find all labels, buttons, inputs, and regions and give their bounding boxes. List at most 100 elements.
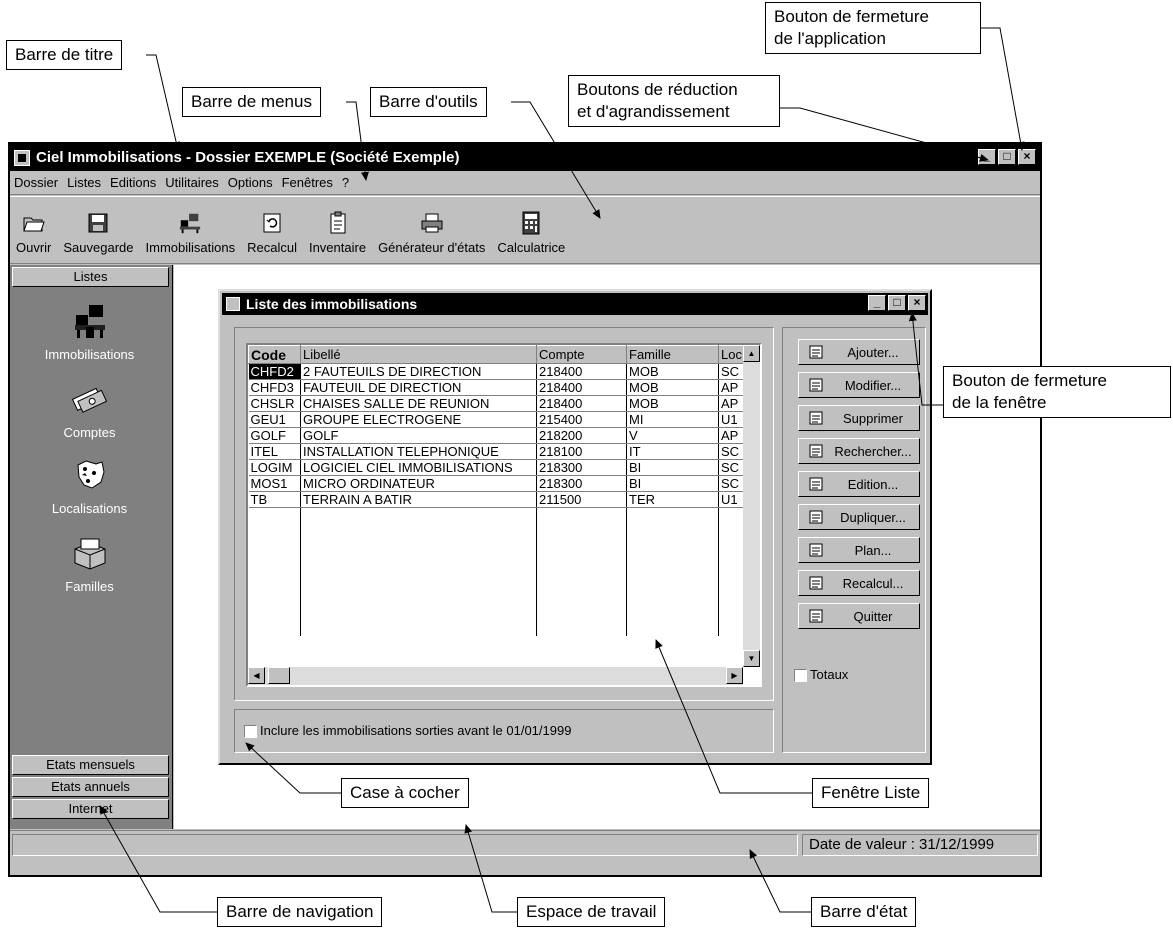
- nav-item-localisations[interactable]: Localisations: [10, 455, 169, 516]
- menu-help[interactable]: ?: [342, 175, 349, 190]
- table-cell: [626, 571, 719, 588]
- table-cell: 218400: [536, 363, 627, 380]
- table-row[interactable]: CHFD3 FAUTEUIL DE DIRECTION 218400 MOB AP: [248, 379, 745, 396]
- close-app-button[interactable]: ×: [1018, 149, 1036, 165]
- table-row[interactable]: TB TERRAIN A BATIR 211500 TER U1: [248, 491, 745, 508]
- column-header-code[interactable]: Code: [248, 345, 301, 364]
- toolbar-recalcul[interactable]: Recalcul: [247, 211, 297, 255]
- maximize-button[interactable]: □: [998, 149, 1016, 165]
- vertical-scrollbar[interactable]: ▲ ▼: [743, 345, 760, 667]
- totaux-option[interactable]: Totaux: [794, 667, 848, 683]
- table-row[interactable]: LOGIM LOGICIEL CIEL IMMOBILISATIONS 218300…: [248, 459, 745, 476]
- menu-options[interactable]: Options: [228, 175, 273, 190]
- callout-line: de la fenêtre: [952, 393, 1047, 412]
- table-cell: [300, 603, 537, 620]
- toolbar-ouvrir[interactable]: Ouvrir: [16, 211, 51, 255]
- list-maximize-button[interactable]: □: [888, 295, 906, 311]
- close-window-button[interactable]: ×: [908, 295, 926, 311]
- list-window: Liste des immobilisations _ □ × Code Lib…: [218, 289, 932, 765]
- status-pane: [12, 834, 798, 856]
- immobilisations-grid[interactable]: Code Libellé Compte Famille Loc CHFD2 2 F…: [246, 343, 762, 687]
- table-cell: [300, 619, 537, 636]
- nav-etats-annuels[interactable]: Etats annuels: [12, 777, 169, 797]
- list-window-title: Liste des immobilisations: [246, 296, 418, 312]
- totaux-checkbox[interactable]: [794, 669, 807, 683]
- button-quitter[interactable]: Quitter: [798, 603, 920, 629]
- scroll-thumb[interactable]: [268, 667, 290, 684]
- button-modifier[interactable]: Modifier...: [798, 372, 920, 398]
- app-icon[interactable]: [14, 149, 30, 166]
- table-cell: GOLF: [248, 427, 301, 444]
- menu-dossier[interactable]: Dossier: [14, 175, 58, 190]
- table-row[interactable]: GEU1 GROUPE ELECTROGENE 215400 MI U1: [248, 411, 745, 428]
- button-label: Ajouter...: [847, 344, 899, 360]
- duplicate-icon: [805, 508, 827, 526]
- table-cell: MOB: [626, 363, 719, 380]
- menu-utilitaires[interactable]: Utilitaires: [165, 175, 218, 190]
- menu-listes[interactable]: Listes: [67, 175, 101, 190]
- nav-item-familles[interactable]: Familles: [10, 533, 169, 594]
- table-cell: GOLF: [300, 427, 537, 444]
- toolbar-calculatrice[interactable]: Calculatrice: [497, 211, 565, 255]
- scroll-up-arrow-icon[interactable]: ▲: [743, 345, 760, 362]
- toolbar-sauvegarde[interactable]: Sauvegarde: [63, 211, 134, 255]
- column-header-famille[interactable]: Famille: [626, 345, 719, 364]
- edit-record-icon: [805, 376, 827, 394]
- table-cell: 218300: [536, 459, 627, 476]
- include-checkbox[interactable]: [244, 725, 257, 739]
- menu-fenetres[interactable]: Fenêtres: [282, 175, 333, 190]
- table-cell: [718, 619, 745, 636]
- table-row-empty: [248, 571, 745, 588]
- scroll-down-arrow-icon[interactable]: ▼: [743, 650, 760, 667]
- include-option[interactable]: Inclure les immobilisations sorties avan…: [244, 723, 571, 739]
- column-header-libelle[interactable]: Libellé: [300, 345, 537, 364]
- button-plan[interactable]: Plan...: [798, 537, 920, 563]
- toolbar-inventaire[interactable]: Inventaire: [309, 211, 366, 255]
- table-cell: U1: [718, 491, 745, 508]
- table-row[interactable]: GOLF GOLF 218200 V AP: [248, 427, 745, 444]
- scroll-right-arrow-icon[interactable]: ▶: [726, 667, 743, 684]
- button-rechercher[interactable]: Rechercher...: [798, 438, 920, 464]
- button-dupliquer[interactable]: Dupliquer...: [798, 504, 920, 530]
- list-minimize-button[interactable]: _: [868, 295, 886, 311]
- table-row[interactable]: ITEL INSTALLATION TELEPHONIQUE 218100 IT SC: [248, 443, 745, 460]
- nav-item-immobilisations[interactable]: Immobilisations: [10, 301, 169, 362]
- button-recalcul[interactable]: Recalcul...: [798, 570, 920, 596]
- scroll-left-arrow-icon[interactable]: ◀: [248, 667, 265, 684]
- nav-header-listes[interactable]: Listes: [12, 267, 169, 287]
- recalcul-icon: [260, 211, 284, 235]
- table-row[interactable]: MOS1 MICRO ORDINATEUR 218300 BI SC: [248, 475, 745, 492]
- button-ajouter[interactable]: Ajouter...: [798, 339, 920, 365]
- menu-editions[interactable]: Editions: [110, 175, 156, 190]
- table-cell: LOGICIEL CIEL IMMOBILISATIONS: [300, 459, 537, 476]
- button-supprimer[interactable]: Supprimer: [798, 405, 920, 431]
- button-edition[interactable]: Edition...: [798, 471, 920, 497]
- column-header-compte[interactable]: Compte: [536, 345, 627, 364]
- minimize-button[interactable]: _: [978, 149, 996, 165]
- nav-internet[interactable]: Internet: [12, 799, 169, 819]
- button-label: Edition...: [847, 476, 899, 492]
- toolbar-immobilisations[interactable]: Immobilisations: [146, 211, 235, 255]
- table-cell: AP: [718, 395, 745, 412]
- column-header-loc[interactable]: Loc: [718, 345, 745, 364]
- table-cell: CHFD2: [248, 363, 301, 380]
- horizontal-scrollbar[interactable]: ◀ ▶: [248, 667, 743, 685]
- open-folder-icon: [22, 211, 46, 235]
- toolbar-generateur[interactable]: Générateur d'états: [378, 211, 485, 255]
- callout-fermeture-fenetre: Bouton de fermeture de la fenêtre: [943, 366, 1171, 418]
- table-row[interactable]: CHFD2 2 FAUTEUILS DE DIRECTION 218400 MOB SC: [248, 363, 745, 380]
- table-cell: IT: [626, 443, 719, 460]
- table-row[interactable]: CHSLR CHAISES SALLE DE REUNION 218400 MOB AP: [248, 395, 745, 412]
- nav-etats-mensuels[interactable]: Etats mensuels: [12, 755, 169, 775]
- nav-item-comptes[interactable]: Comptes: [10, 379, 169, 440]
- table-row-empty: [248, 587, 745, 604]
- callout-espace-travail: Espace de travail: [517, 897, 666, 927]
- table-cell: [536, 619, 627, 636]
- title-bar[interactable]: Ciel Immobilisations - Dossier EXEMPLE (…: [10, 144, 1040, 171]
- list-window-title-bar[interactable]: Liste des immobilisations _ □ ×: [222, 293, 928, 315]
- edition-icon: [805, 475, 827, 493]
- button-label: Dupliquer...: [840, 509, 906, 525]
- table-cell: [248, 619, 301, 636]
- table-cell: [536, 603, 627, 620]
- immobilisations-icon: [68, 301, 112, 341]
